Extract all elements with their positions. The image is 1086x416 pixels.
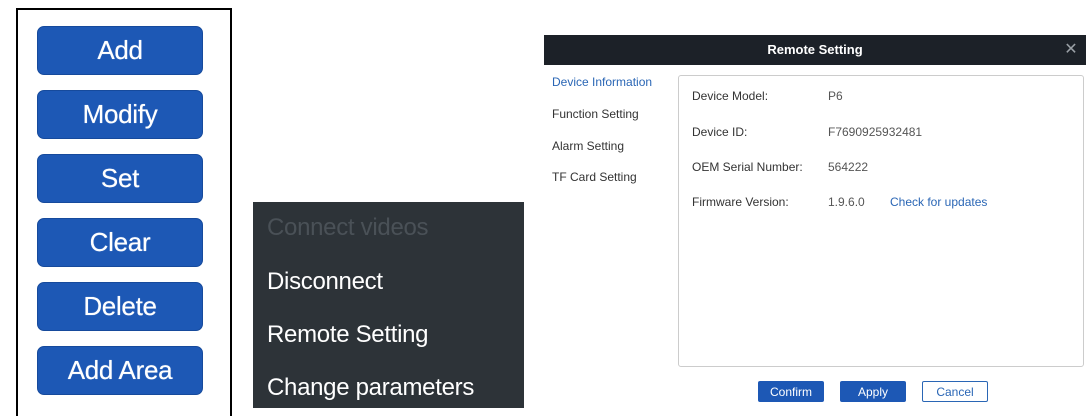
nav-item-tf-card-setting[interactable]: TF Card Setting	[552, 170, 637, 184]
dialog-title: Remote Setting	[767, 42, 863, 57]
menu-item-connect-videos: Connect videos	[267, 214, 429, 241]
dialog-titlebar: Remote Setting ✕	[544, 35, 1086, 65]
oem-serial-label: OEM Serial Number:	[692, 160, 803, 174]
clear-button[interactable]: Clear	[37, 218, 203, 267]
modify-button[interactable]: Modify	[37, 90, 203, 139]
menu-item-remote-setting[interactable]: Remote Setting	[267, 321, 429, 349]
close-icon[interactable]: ✕	[1062, 41, 1080, 59]
confirm-button[interactable]: Confirm	[758, 381, 824, 402]
device-info-panel: Device Model: P6 Device ID: F76909259324…	[678, 75, 1084, 367]
menu-item-change-parameters[interactable]: Change parameters	[267, 374, 474, 402]
add-button[interactable]: Add	[37, 26, 203, 75]
nav-item-function-setting[interactable]: Function Setting	[552, 107, 639, 121]
remote-setting-dialog: Remote Setting ✕ Device Information Func…	[544, 35, 1086, 408]
cancel-button[interactable]: Cancel	[922, 381, 988, 402]
device-id-label: Device ID:	[692, 125, 748, 139]
firmware-value: 1.9.6.0	[828, 195, 865, 209]
apply-button[interactable]: Apply	[840, 381, 906, 402]
action-button-panel: Add Modify Set Clear Delete Add Area	[16, 8, 232, 416]
device-model-value: P6	[828, 89, 843, 103]
nav-item-alarm-setting[interactable]: Alarm Setting	[552, 139, 624, 153]
add-area-button[interactable]: Add Area	[37, 346, 203, 395]
delete-button[interactable]: Delete	[37, 282, 203, 331]
set-button[interactable]: Set	[37, 154, 203, 203]
settings-nav: Device Information Function Setting Alar…	[544, 65, 674, 408]
menu-item-disconnect[interactable]: Disconnect	[267, 268, 383, 296]
nav-item-device-information[interactable]: Device Information	[552, 75, 652, 89]
oem-serial-value: 564222	[828, 160, 869, 174]
context-menu: Connect videos Disconnect Remote Setting…	[253, 202, 524, 408]
device-model-label: Device Model:	[692, 89, 769, 103]
check-for-updates-link[interactable]: Check for updates	[890, 195, 987, 209]
device-id-value: F7690925932481	[828, 125, 923, 139]
firmware-label: Firmware Version:	[692, 195, 789, 209]
